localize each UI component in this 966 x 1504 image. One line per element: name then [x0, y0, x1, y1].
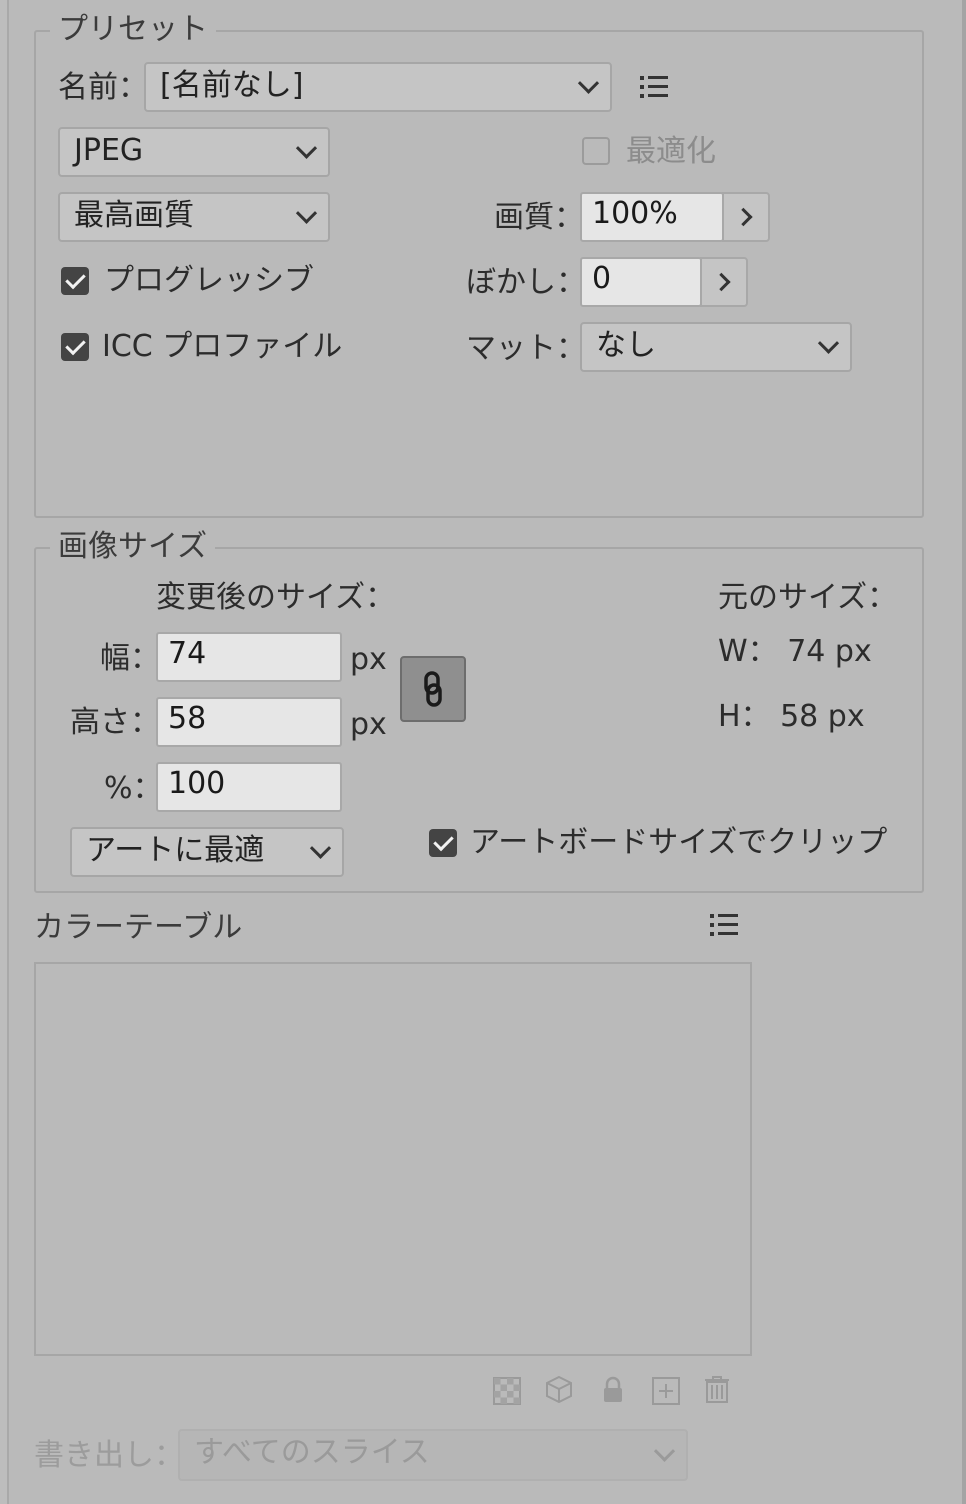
- chevron-down-icon: [653, 1440, 676, 1462]
- chevron-right-icon: [712, 272, 731, 292]
- chevron-down-icon: [295, 137, 318, 159]
- original-size-label: 元のサイズ：: [718, 580, 898, 615]
- transparency-icon[interactable]: [492, 1376, 522, 1406]
- progressive-checkbox[interactable]: [61, 267, 89, 295]
- original-width-value: W： 74 px: [718, 634, 872, 669]
- blur-input[interactable]: 0: [580, 257, 702, 307]
- optimize-label: 最適化: [626, 134, 716, 169]
- icc-profile-label: ICC プロファイル: [102, 329, 343, 364]
- export-label: 書き出し：: [34, 1438, 184, 1473]
- panel-right-edge: [962, 0, 966, 1504]
- format-select[interactable]: JPEG: [58, 127, 330, 177]
- color-table-menu-icon[interactable]: [710, 914, 740, 938]
- width-input[interactable]: 74: [156, 632, 342, 682]
- quality-preset-value: 最高画質: [74, 198, 194, 233]
- preset-legend: プリセット: [50, 12, 216, 48]
- height-input[interactable]: 58: [156, 697, 342, 747]
- quality-stepper-button[interactable]: [722, 192, 770, 242]
- preset-name-select[interactable]: [名前なし]: [144, 62, 612, 112]
- add-icon[interactable]: [651, 1376, 681, 1406]
- chevron-right-icon: [734, 207, 753, 227]
- preset-name-value: [名前なし]: [160, 68, 304, 103]
- clip-to-artboard-checkbox[interactable]: [429, 829, 457, 857]
- constrain-proportions-button[interactable]: [400, 656, 466, 722]
- matte-value: なし: [596, 328, 656, 363]
- lock-icon[interactable]: [598, 1374, 628, 1404]
- image-size-legend: 画像サイズ: [50, 529, 216, 565]
- blur-stepper-button[interactable]: [700, 257, 748, 307]
- height-label: 高さ：: [70, 705, 160, 740]
- fit-value: アートに最適: [86, 833, 265, 868]
- quality-preset-select[interactable]: 最高画質: [58, 192, 330, 242]
- matte-select[interactable]: なし: [580, 322, 852, 372]
- export-select[interactable]: すべてのスライス: [178, 1429, 688, 1481]
- width-label: 幅：: [100, 641, 160, 676]
- color-table-area: [34, 962, 752, 1356]
- color-table-title: カラーテーブル: [34, 910, 243, 945]
- fit-select[interactable]: アートに最適: [70, 827, 344, 877]
- trash-icon[interactable]: [702, 1374, 732, 1404]
- percent-input[interactable]: 100: [156, 762, 342, 812]
- list-menu-icon[interactable]: [640, 76, 670, 100]
- width-unit: px: [350, 642, 387, 677]
- new-size-label: 変更後のサイズ：: [156, 580, 396, 615]
- chevron-down-icon: [309, 837, 332, 859]
- chevron-down-icon: [817, 332, 840, 354]
- height-unit: px: [350, 707, 387, 742]
- export-value: すべてのスライス: [194, 1435, 430, 1470]
- optimize-checkbox[interactable]: [582, 137, 610, 165]
- matte-label: マット：: [466, 331, 586, 366]
- name-label: 名前：: [58, 70, 148, 105]
- cube-icon[interactable]: [544, 1374, 574, 1404]
- panel-left-edge: [0, 0, 9, 1504]
- format-value: JPEG: [74, 133, 144, 168]
- progressive-label: プログレッシブ: [104, 263, 314, 298]
- chevron-down-icon: [295, 202, 318, 224]
- original-height-value: H： 58 px: [718, 699, 865, 734]
- clip-to-artboard-label: アートボードサイズでクリップ: [470, 825, 888, 860]
- blur-label: ぼかし：: [466, 265, 586, 300]
- icc-profile-checkbox[interactable]: [61, 333, 89, 361]
- quality-input[interactable]: 100%: [580, 192, 724, 242]
- chevron-down-icon: [577, 72, 600, 94]
- quality-label: 画質：: [494, 200, 584, 235]
- link-icon: [424, 671, 442, 707]
- percent-label: %：: [104, 771, 163, 806]
